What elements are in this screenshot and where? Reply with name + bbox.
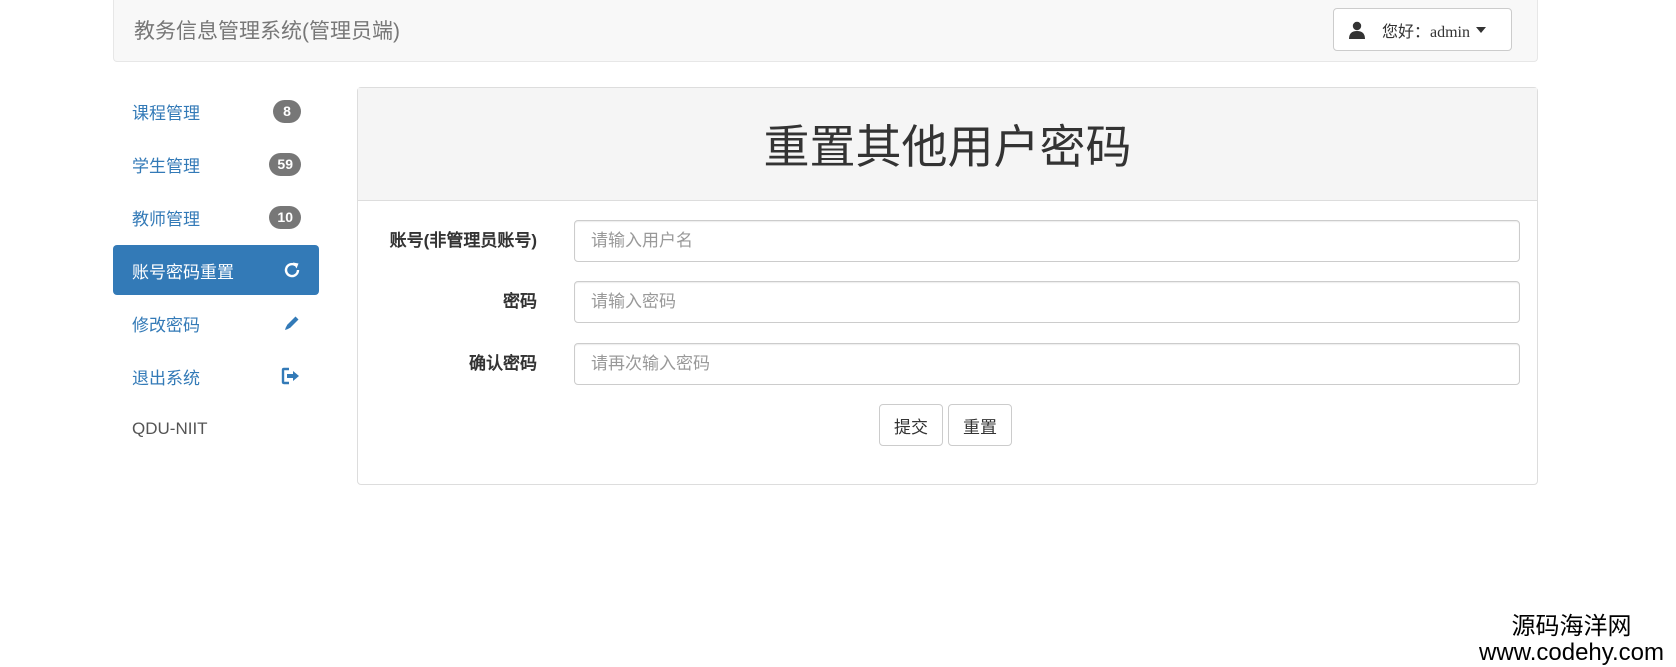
sidebar-item-label: 学生管理 [132,156,200,176]
sidebar-item-change-password[interactable]: 修改密码 [113,298,319,348]
sidebar-item-label: 退出系统 [132,368,200,388]
sidebar-item-student-management[interactable]: 学生管理 59 [113,139,319,189]
user-greeting: 您好：admin [1382,23,1470,41]
watermark: 源码海洋网 www.codehy.com [1479,614,1664,666]
password-input[interactable] [574,281,1520,323]
user-icon [1348,21,1370,39]
page-title: 重置其他用户密码 [763,122,1132,173]
submit-button[interactable]: 提交 [879,404,943,446]
sidebar-item-label: 修改密码 [132,315,200,335]
sidebar-item-course-management[interactable]: 课程管理 8 [113,86,319,136]
watermark-line-1: 源码海洋网 [1511,613,1632,640]
sidebar-item-label: 课程管理 [132,103,200,123]
logout-icon [281,367,301,385]
reset-password-panel: 重置其他用户密码 账号(非管理员账号) 密码 确认密码 提交 重置 [357,87,1538,485]
form-row-password: 密码 [358,281,1537,323]
account-input[interactable] [574,220,1520,262]
form-row-confirm-password: 确认密码 [358,343,1537,385]
top-navbar: 教务信息管理系统(管理员端) 您好：admin [113,0,1538,62]
sidebar-footer-text: QDU-NIIT [132,419,208,438]
sidebar-nav: 课程管理 8 学生管理 59 教师管理 10 账号密码重置 修改密码 退出系统 … [113,86,319,454]
password-label: 密码 [503,292,537,311]
form-row-account: 账号(非管理员账号) [358,220,1537,262]
reset-button[interactable]: 重置 [948,404,1012,446]
count-badge: 10 [269,205,301,229]
caret-down-icon [1476,26,1486,33]
confirm-password-label: 确认密码 [469,354,537,373]
sidebar-item-label: 账号密码重置 [132,262,234,282]
count-badge: 59 [269,152,301,176]
sidebar-item-label: 教师管理 [132,209,200,229]
sidebar-item-logout[interactable]: 退出系统 [113,351,319,401]
sidebar-item-teacher-management[interactable]: 教师管理 10 [113,192,319,242]
watermark-line-2: www.codehy.com [1479,639,1664,666]
account-label: 账号(非管理员账号) [389,231,537,250]
user-dropdown-button[interactable]: 您好：admin [1333,8,1512,51]
form-buttons: 提交 重置 [879,404,1012,446]
refresh-icon [283,261,301,279]
pencil-icon [283,314,301,332]
confirm-password-input[interactable] [574,343,1520,385]
panel-heading: 重置其他用户密码 [358,88,1537,201]
sidebar-item-password-reset[interactable]: 账号密码重置 [113,245,319,295]
navbar-brand[interactable]: 教务信息管理系统(管理员端) [134,15,400,45]
count-badge: 8 [273,99,301,123]
